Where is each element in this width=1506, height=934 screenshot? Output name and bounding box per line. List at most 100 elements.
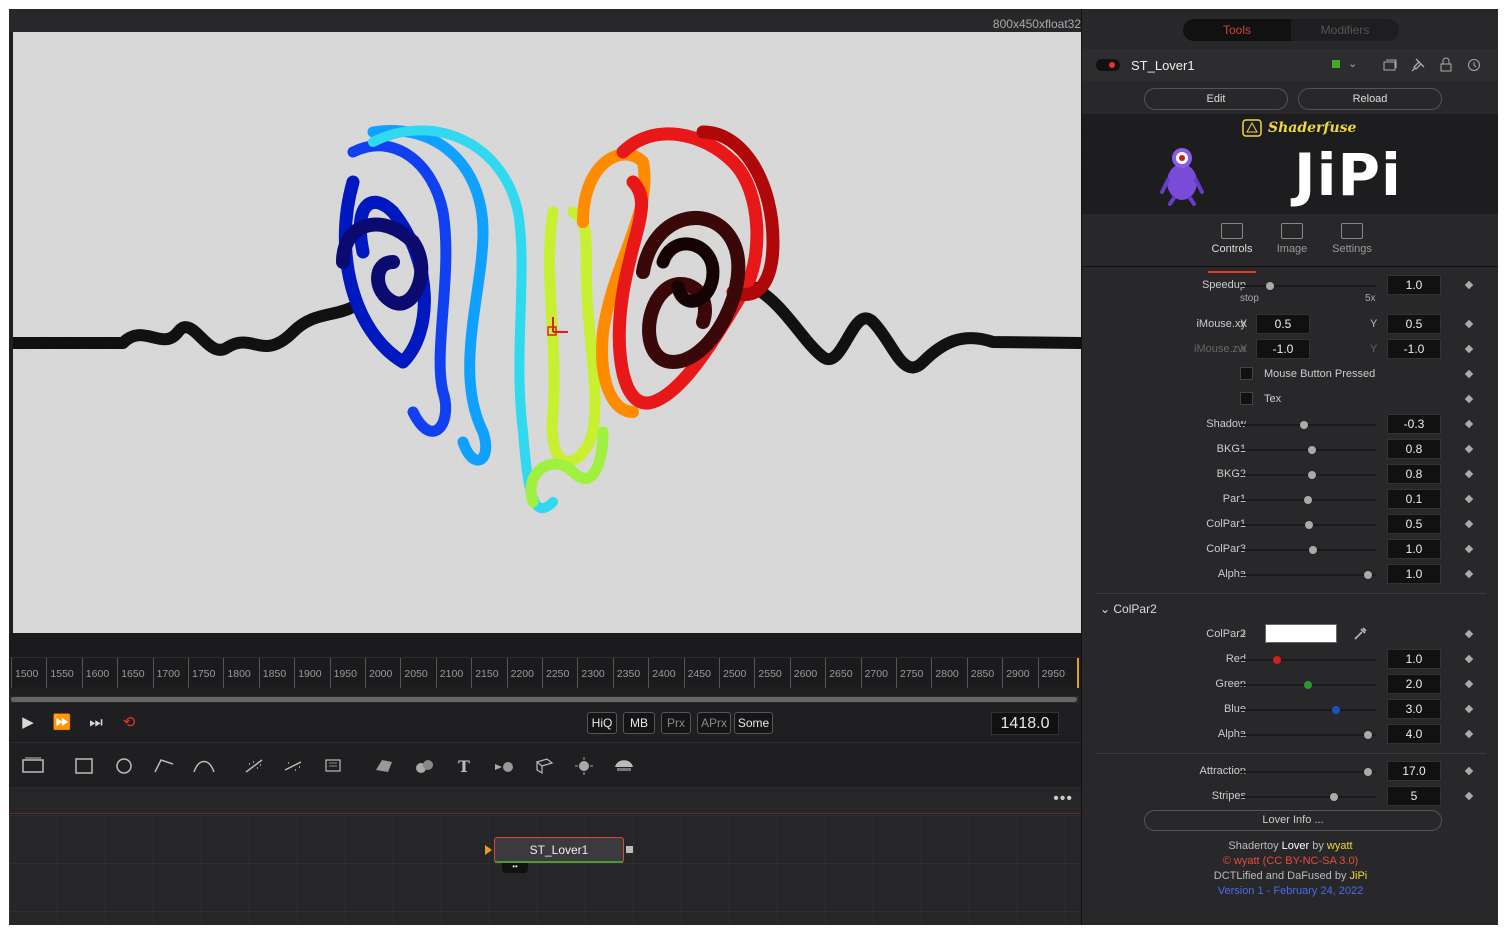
slider-track[interactable] (1240, 446, 1376, 454)
node-input-icon[interactable] (485, 845, 492, 855)
keyframe-icon[interactable] (1464, 679, 1474, 689)
version-icon[interactable] (1382, 57, 1398, 73)
slider-knob[interactable] (1364, 571, 1373, 579)
keyframe-icon[interactable] (1464, 766, 1474, 776)
channel-knob[interactable] (1332, 706, 1341, 714)
rectangle-mask-icon[interactable] (71, 754, 97, 778)
fast-forward-icon[interactable]: ⏩ (51, 713, 73, 733)
channel-value[interactable]: 4.0 (1387, 724, 1441, 744)
prx-button[interactable]: Prx (661, 712, 691, 734)
scrollbar-thumb[interactable] (11, 697, 1077, 702)
polygon-mask-icon[interactable] (151, 754, 177, 778)
keyframe-icon[interactable] (1464, 519, 1474, 529)
slider-track[interactable] (1240, 471, 1376, 479)
channel-knob[interactable] (1273, 656, 1282, 664)
tex-checkbox[interactable] (1240, 392, 1253, 405)
slider-track[interactable] (1240, 496, 1376, 504)
tool-name[interactable]: ST_Lover1 (1131, 58, 1195, 73)
slider-knob[interactable] (1307, 446, 1316, 454)
speedup-value[interactable]: 1.0 (1387, 275, 1441, 295)
attraction-slider[interactable] (1240, 768, 1376, 776)
slider-value[interactable]: 1.0 (1387, 564, 1441, 584)
slider-track[interactable] (1240, 571, 1376, 579)
channel-slider[interactable] (1240, 681, 1376, 689)
eyedropper-icon[interactable] (1352, 626, 1368, 642)
some-button[interactable]: Some (734, 712, 773, 734)
chevron-down-icon[interactable]: ⌄ (1348, 57, 1364, 73)
channel-value[interactable]: 1.0 (1387, 649, 1441, 669)
slider-value[interactable]: 0.1 (1387, 489, 1441, 509)
timeline-scrollbar[interactable] (9, 696, 1079, 703)
imouse-zw-y-field[interactable]: -1.0 (1387, 339, 1441, 359)
channel-knob[interactable] (1364, 731, 1373, 739)
viewer-image[interactable] (13, 32, 1081, 633)
slider-track[interactable] (1240, 521, 1376, 529)
slider-knob[interactable] (1304, 496, 1312, 504)
slider-knob[interactable] (1309, 546, 1318, 554)
channel-slider[interactable] (1240, 656, 1376, 664)
slider-value[interactable]: 0.8 (1387, 464, 1441, 484)
channel-value[interactable]: 3.0 (1387, 699, 1441, 719)
keyframe-icon[interactable] (1464, 444, 1474, 454)
hiq-button[interactable]: HiQ (587, 712, 617, 734)
keyframe-icon[interactable] (1464, 394, 1474, 404)
imouse-xy-x-field[interactable]: 0.5 (1256, 314, 1310, 334)
reload-button[interactable]: Reload (1298, 88, 1442, 110)
pin-icon[interactable] (1410, 57, 1426, 73)
keyframe-icon[interactable] (1464, 544, 1474, 554)
keyframe-icon[interactable] (1464, 791, 1474, 801)
colpar2-section-header[interactable]: ⌄ ColPar2 (1100, 602, 1157, 616)
tab-controls[interactable]: Controls (1204, 223, 1260, 273)
node-options-icon[interactable]: •• (502, 863, 528, 873)
slider-value[interactable]: 1.0 (1387, 539, 1441, 559)
tool-toggle-icon[interactable] (1096, 59, 1120, 71)
lover-info-button[interactable]: Lover Info ... (1144, 810, 1442, 831)
slider-knob[interactable] (1300, 421, 1309, 429)
text3d-icon[interactable]: T (451, 754, 477, 778)
keyframe-icon[interactable] (1464, 729, 1474, 739)
channel-knob[interactable] (1304, 681, 1312, 689)
merge3d-icon[interactable] (411, 754, 437, 778)
attraction-value[interactable]: 17.0 (1387, 761, 1441, 781)
tab-image[interactable]: Image (1264, 223, 1320, 255)
keyframe-icon[interactable] (1464, 569, 1474, 579)
stripes-value[interactable]: 5 (1387, 786, 1441, 806)
spotlight-icon[interactable] (571, 754, 597, 778)
aprx-button[interactable]: APrx (697, 712, 731, 734)
camera3d-icon[interactable] (491, 754, 517, 778)
color-swatch[interactable] (1265, 624, 1337, 643)
speedup-knob[interactable] (1265, 282, 1274, 290)
imageplane3d-icon[interactable] (531, 754, 557, 778)
node-output-icon[interactable] (626, 846, 633, 853)
channel-value[interactable]: 2.0 (1387, 674, 1441, 694)
keyframe-icon[interactable] (1464, 419, 1474, 429)
tab-tools[interactable]: Tools (1183, 19, 1291, 41)
particle-render-icon[interactable] (281, 754, 307, 778)
node-editor[interactable]: ST_Lover1 •• (9, 815, 1081, 925)
speedup-slider[interactable] (1240, 282, 1376, 290)
particle-emitter-icon[interactable] (241, 754, 267, 778)
slider-track[interactable] (1240, 546, 1376, 554)
tab-settings[interactable]: Settings (1324, 223, 1380, 255)
slider-knob[interactable] (1305, 521, 1314, 529)
keyframe-icon[interactable] (1464, 629, 1474, 639)
slider-knob[interactable] (1307, 471, 1316, 479)
mb-button[interactable]: MB (623, 712, 655, 734)
ellipse-mask-icon[interactable] (111, 754, 137, 778)
shape3d-icon[interactable] (371, 754, 397, 778)
stripes-knob[interactable] (1329, 793, 1338, 801)
slider-value[interactable]: -0.3 (1387, 414, 1441, 434)
slider-value[interactable]: 0.8 (1387, 439, 1441, 459)
chevron-right-icon[interactable]: › (1242, 626, 1246, 640)
slider-value[interactable]: 0.5 (1387, 514, 1441, 534)
imouse-zw-x-field[interactable]: -1.0 (1256, 339, 1310, 359)
more-options-icon[interactable]: ••• (1053, 790, 1073, 808)
tab-modifiers[interactable]: Modifiers (1291, 19, 1399, 41)
loop-icon[interactable]: ⟲ (118, 713, 140, 733)
keyframe-icon[interactable] (1464, 319, 1474, 329)
attraction-knob[interactable] (1364, 768, 1373, 776)
node-st-lover[interactable]: ST_Lover1 (494, 837, 624, 863)
background-tool-icon[interactable] (20, 754, 46, 778)
slider-track[interactable] (1240, 421, 1376, 429)
play-icon[interactable]: ▶ (17, 713, 39, 733)
